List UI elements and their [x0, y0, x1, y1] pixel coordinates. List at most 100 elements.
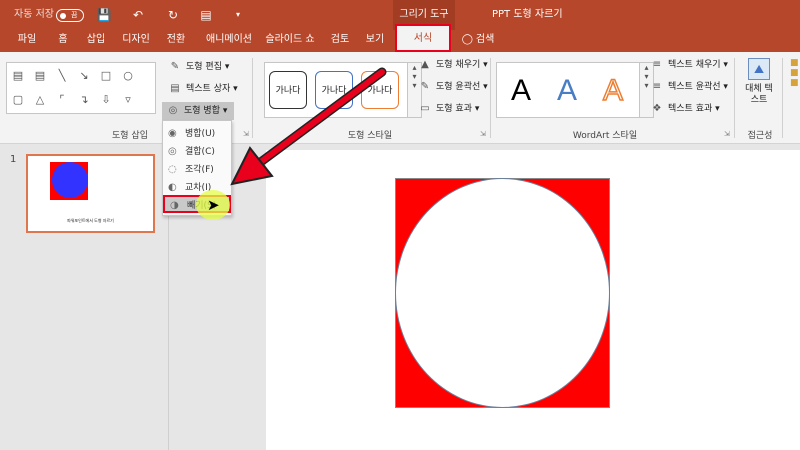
autosave-label: 자동 저장 — [14, 9, 54, 20]
tab-review[interactable]: 검토 — [328, 30, 352, 52]
text-effects-button[interactable]: ❖ 텍스트 효과 ▾ — [646, 100, 720, 118]
text-outline-icon: ≡ — [652, 81, 662, 92]
merge-shapes-button[interactable]: ◎ 도형 병합 ▾ — [162, 102, 234, 120]
wordart-sample-1[interactable]: A — [501, 69, 541, 113]
edit-shape-button[interactable]: ✎ 도형 편집 ▾ — [164, 58, 230, 76]
tab-design[interactable]: 디자인 — [118, 30, 154, 52]
thumbnail-caption: 파워포인트에서 도형 자르기 — [67, 218, 114, 223]
down-arrow-icon[interactable]: ⇩ — [99, 93, 113, 107]
shape-fill-button[interactable]: ▲ 도형 채우기 ▾ — [414, 56, 488, 74]
merge-shapes-label: 도형 병합 — [184, 106, 220, 116]
text-fill-label: 텍스트 채우기 — [668, 60, 721, 70]
wordart-sample-2[interactable]: A — [547, 69, 587, 113]
text-box-button[interactable]: ▤ 텍스트 상자 ▾ — [164, 80, 237, 98]
tab-file[interactable]: 파일 — [14, 30, 40, 52]
group-divider — [252, 58, 253, 138]
text-box-shape-icon[interactable]: ▤ — [11, 69, 25, 83]
insert-shapes-launcher-icon[interactable]: ⇲ — [243, 130, 249, 138]
picture-icon: ⛰ — [748, 58, 770, 80]
text-box-icon: ▤ — [170, 83, 180, 94]
shape-outline-label: 도형 윤곽선 — [436, 82, 481, 92]
shape-styles-launcher-icon[interactable]: ⇲ — [480, 130, 486, 138]
redo-icon[interactable]: ↻ — [165, 7, 181, 23]
merge-shapes-icon: ◎ — [168, 105, 178, 116]
combine-icon: ◎ — [168, 146, 177, 157]
rounded-rectangle-icon[interactable]: ▢ — [11, 93, 25, 107]
edit-shape-label: 도형 편집 — [186, 62, 222, 72]
union-icon: ◉ — [168, 128, 177, 139]
ribbon: ▤ ▤ ╲ ↘ □ ○ ▢ △ ⌜ ↴ ⇩ ▿ ✎ 도형 편집 ▾ ▤ 텍스트 상자… — [0, 52, 800, 144]
slide-thumbnail[interactable]: 파워포인트에서 도형 자르기 — [26, 154, 155, 233]
tab-transitions[interactable]: 전환 — [164, 30, 188, 52]
menu-union[interactable]: ◉ 병합(U) — [163, 125, 231, 143]
wordart-gallery[interactable]: A A A — [496, 62, 640, 118]
shape-fill-label: 도형 채우기 — [436, 60, 481, 70]
elbow-arrow-icon[interactable]: ↴ — [77, 93, 91, 107]
line-icon[interactable]: ╲ — [55, 69, 69, 83]
text-effects-label: 텍스트 효과 — [668, 104, 713, 114]
customize-icon[interactable]: ▾ — [230, 7, 246, 23]
wordart-launcher-icon[interactable]: ⇲ — [724, 130, 730, 138]
menu-combine[interactable]: ◎ 결합(C) — [163, 143, 231, 161]
shape-style-gallery[interactable]: 가나다 가나다 가나다 — [264, 62, 408, 118]
thumbnail-circle — [52, 162, 88, 198]
arrange-icon[interactable]: ■ ■ ■ — [790, 58, 800, 118]
style-sample-2[interactable]: 가나다 — [315, 71, 353, 109]
tab-slideshow[interactable]: 슬라이드 쇼 — [264, 30, 316, 52]
shape-effects-button[interactable]: ▭ 도형 효과 ▾ — [414, 100, 479, 118]
vertical-text-box-icon[interactable]: ▤ — [33, 69, 47, 83]
shape-gallery[interactable]: ▤ ▤ ╲ ↘ □ ○ ▢ △ ⌜ ↴ ⇩ ▿ — [6, 62, 156, 114]
rectangle-icon[interactable]: □ — [99, 69, 113, 83]
text-box-label: 텍스트 상자 — [186, 84, 231, 94]
insert-shapes-group-label: 도형 삽입 — [112, 131, 148, 141]
elbow-connector-icon[interactable]: ⌜ — [55, 93, 69, 107]
shape-effects-label: 도형 효과 — [436, 104, 472, 114]
group-divider — [734, 58, 735, 138]
autosave-toggle[interactable]: 끔 — [56, 9, 84, 22]
menu-fragment[interactable]: ◌ 조각(F) — [163, 161, 231, 179]
menu-combine-label: 결합(C) — [185, 147, 215, 157]
oval-icon[interactable]: ○ — [121, 69, 135, 83]
group-divider — [782, 58, 783, 138]
pen-icon: ✎ — [420, 81, 430, 92]
tab-insert[interactable]: 삽입 — [84, 30, 108, 52]
shape-styles-group-label: 도형 스타일 — [347, 131, 393, 141]
slide-number: 1 — [10, 154, 17, 165]
line-arrow-icon[interactable]: ↘ — [77, 69, 91, 83]
tab-home[interactable]: 홈 — [54, 30, 72, 52]
menu-union-label: 병합(U) — [185, 129, 216, 139]
alt-text-button[interactable]: ⛰ 대체 텍스트 — [742, 58, 776, 118]
present-icon[interactable]: ▤ — [198, 7, 214, 23]
paint-bucket-icon: ▲ — [421, 59, 429, 70]
style-sample-1[interactable]: 가나다 — [269, 71, 307, 109]
tab-view[interactable]: 보기 — [364, 30, 386, 52]
shape-outline-button[interactable]: ✎ 도형 윤곽선 ▾ — [414, 78, 488, 96]
accessibility-group-label: 접근성 — [747, 131, 773, 141]
text-effects-icon: ❖ — [652, 103, 662, 114]
wordart-sample-3[interactable]: A — [593, 69, 633, 113]
text-fill-button[interactable]: ≡ 텍스트 채우기 ▾ — [646, 56, 728, 74]
ribbon-tabs: 파일 홈 삽입 디자인 전환 애니메이션 슬라이드 쇼 검토 보기 서식 ◯ 검색 — [0, 24, 800, 52]
shape-effects-icon: ▭ — [420, 103, 430, 114]
edit-shape-icon: ✎ — [170, 61, 180, 72]
lightbulb-icon: ◯ — [461, 34, 473, 45]
mouse-cursor-icon: ➤ — [207, 196, 220, 214]
text-fill-icon: ≡ — [652, 59, 662, 70]
save-icon[interactable]: 💾 — [96, 7, 112, 23]
undo-icon[interactable]: ↶ — [130, 7, 146, 23]
menu-fragment-label: 조각(F) — [185, 165, 214, 175]
white-circle-shape[interactable] — [395, 178, 610, 408]
tab-format[interactable]: 서식 — [395, 24, 451, 52]
more-shapes-icon[interactable]: ▿ — [121, 93, 135, 107]
tab-search[interactable]: ◯ 검색 — [458, 30, 498, 52]
wordart-group-label: WordArt 스타일 — [572, 131, 638, 141]
style-sample-3[interactable]: 가나다 — [361, 71, 399, 109]
text-outline-button[interactable]: ≡ 텍스트 윤곽선 ▾ — [646, 78, 728, 96]
fragment-icon: ◌ — [168, 164, 177, 175]
text-outline-label: 텍스트 윤곽선 — [668, 82, 721, 92]
group-divider — [490, 58, 491, 138]
triangle-icon[interactable]: △ — [33, 93, 47, 107]
alt-text-label: 대체 텍스트 — [745, 84, 773, 105]
tab-animations[interactable]: 애니메이션 — [200, 30, 258, 52]
search-label: 검색 — [475, 34, 495, 45]
